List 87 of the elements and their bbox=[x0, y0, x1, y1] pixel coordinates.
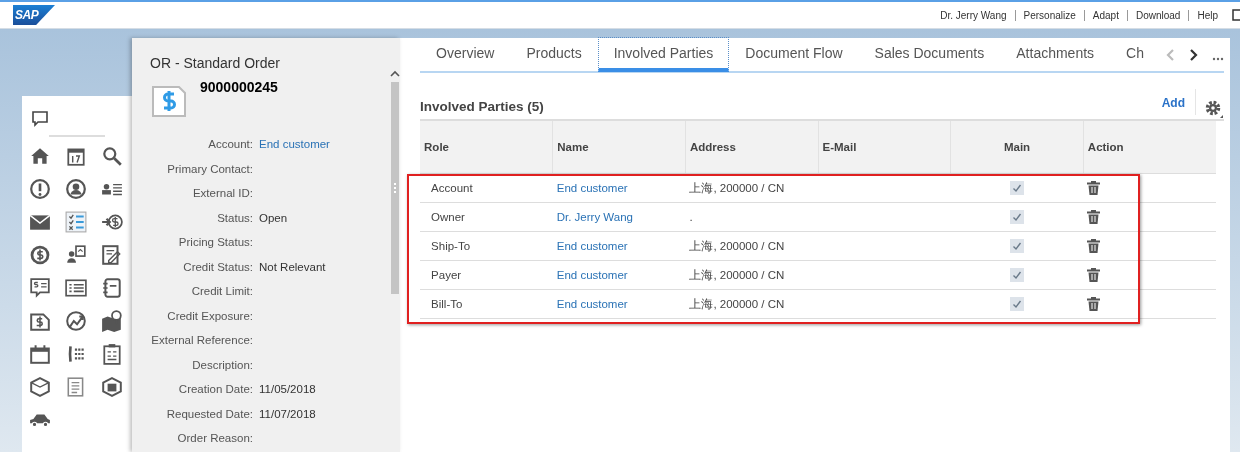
package-icon[interactable] bbox=[101, 376, 123, 398]
order-number: 9000000245 bbox=[200, 79, 278, 97]
field-label: Status: bbox=[216, 211, 254, 226]
tab[interactable]: Attachments bbox=[1000, 37, 1111, 70]
field-label: Requested Date: bbox=[165, 407, 254, 422]
section-title: Involved Parties (5) bbox=[420, 98, 544, 114]
price-message-icon[interactable] bbox=[29, 277, 51, 299]
header-link[interactable]: Personalize bbox=[1014, 9, 1084, 21]
tab[interactable]: Involved Parties bbox=[597, 37, 730, 72]
delete-icon[interactable] bbox=[1087, 210, 1101, 224]
column-header[interactable]: Main bbox=[950, 121, 1084, 174]
field-value: 11/07/2018 bbox=[259, 407, 316, 422]
field-link[interactable]: End customer bbox=[259, 138, 330, 163]
delete-icon[interactable] bbox=[1087, 297, 1101, 311]
alert-icon[interactable] bbox=[29, 178, 51, 200]
sap-logo[interactable]: SAP bbox=[13, 5, 55, 25]
name-link[interactable]: Dr. Jerry Wang bbox=[552, 202, 686, 232]
column-header[interactable]: Role bbox=[420, 121, 553, 174]
person-exchange-icon[interactable] bbox=[65, 244, 87, 266]
coin-icon[interactable] bbox=[29, 244, 51, 266]
tab[interactable]: Overview bbox=[420, 37, 511, 70]
scroll-up-icon[interactable] bbox=[390, 70, 400, 78]
settings-icon[interactable] bbox=[1204, 99, 1224, 119]
column-header[interactable]: Name bbox=[552, 121, 686, 174]
window-icon[interactable] bbox=[1232, 9, 1240, 21]
field-label: Credit Exposure: bbox=[166, 309, 254, 324]
table-cell: . bbox=[685, 202, 819, 232]
table-cell: Owner bbox=[420, 202, 553, 232]
tab[interactable]: Document Flow bbox=[729, 37, 859, 70]
document-dollar-icon bbox=[152, 83, 186, 117]
table-cell: 上海, 200000 / CN bbox=[685, 260, 819, 290]
grip-icon bbox=[393, 183, 397, 193]
order-title: OR - Standard Order bbox=[149, 54, 281, 71]
column-header[interactable]: Action bbox=[1083, 121, 1217, 174]
field-label: External Reference: bbox=[150, 334, 254, 348]
delete-icon[interactable] bbox=[1087, 239, 1101, 253]
delete-icon[interactable] bbox=[1087, 181, 1101, 195]
field-value: Open bbox=[259, 211, 288, 226]
column-header[interactable]: E-Mail bbox=[818, 121, 951, 174]
tab[interactable]: Products bbox=[510, 37, 598, 70]
clipboard-icon[interactable] bbox=[101, 343, 123, 365]
header-link[interactable]: Download bbox=[1126, 9, 1189, 21]
table-cell: Payer bbox=[420, 260, 553, 290]
field-label: External ID: bbox=[191, 187, 254, 201]
field-label: Primary Contact: bbox=[166, 162, 254, 177]
table-cell: 上海, 200000 / CN bbox=[685, 173, 819, 203]
chevron-right-icon[interactable] bbox=[1189, 48, 1198, 61]
field-label: Pricing Status: bbox=[177, 236, 254, 250]
overflow-icon[interactable] bbox=[1212, 56, 1224, 61]
person-icon[interactable] bbox=[65, 178, 87, 200]
globe-growth-icon[interactable] bbox=[65, 310, 87, 332]
numbered-list-icon[interactable] bbox=[65, 277, 87, 299]
field-label: Order Reason: bbox=[176, 432, 254, 446]
table-cell: Account bbox=[420, 173, 553, 203]
header-link[interactable]: Adapt bbox=[1083, 9, 1127, 21]
table-cell: 上海, 200000 / CN bbox=[685, 289, 819, 319]
field-label: Credit Limit: bbox=[190, 285, 254, 299]
table-cell: 上海, 200000 / CN bbox=[685, 231, 819, 261]
checklist-icon[interactable] bbox=[65, 211, 87, 233]
field-label: Credit Status: bbox=[182, 260, 254, 275]
name-link[interactable]: End customer bbox=[552, 231, 686, 261]
table-cell: Bill-To bbox=[420, 289, 553, 319]
chat-icon[interactable] bbox=[31, 110, 49, 128]
header-link[interactable]: Help bbox=[1188, 9, 1226, 21]
tab[interactable]: Sales Documents bbox=[858, 37, 1001, 70]
table-cell: Ship-To bbox=[420, 231, 553, 261]
field-label: Creation Date: bbox=[177, 383, 254, 397]
map-pin-icon[interactable] bbox=[101, 310, 123, 332]
column-header[interactable]: Address bbox=[685, 121, 819, 174]
field-value: Not Relevant bbox=[259, 260, 326, 275]
field-value: 11/05/2018 bbox=[259, 383, 316, 397]
field-label: Account: bbox=[207, 138, 254, 152]
name-link[interactable]: End customer bbox=[552, 289, 686, 319]
edit-document-icon[interactable] bbox=[101, 244, 123, 266]
name-link[interactable]: End customer bbox=[552, 173, 686, 203]
notebook-icon[interactable] bbox=[101, 277, 123, 299]
scrollbar-thumb[interactable] bbox=[391, 82, 399, 294]
name-link[interactable]: End customer bbox=[552, 260, 686, 290]
search-icon[interactable] bbox=[101, 145, 123, 167]
tab[interactable]: Ch bbox=[1110, 37, 1160, 70]
invoice-icon[interactable] bbox=[29, 310, 51, 332]
delete-icon[interactable] bbox=[1087, 268, 1101, 282]
header-link[interactable]: Dr. Jerry Wang bbox=[932, 9, 1015, 21]
field-label: Description: bbox=[191, 358, 254, 373]
add-link[interactable]: Add bbox=[1161, 96, 1195, 110]
calendar-blank-icon[interactable] bbox=[29, 343, 51, 365]
cube-icon[interactable] bbox=[29, 376, 51, 398]
